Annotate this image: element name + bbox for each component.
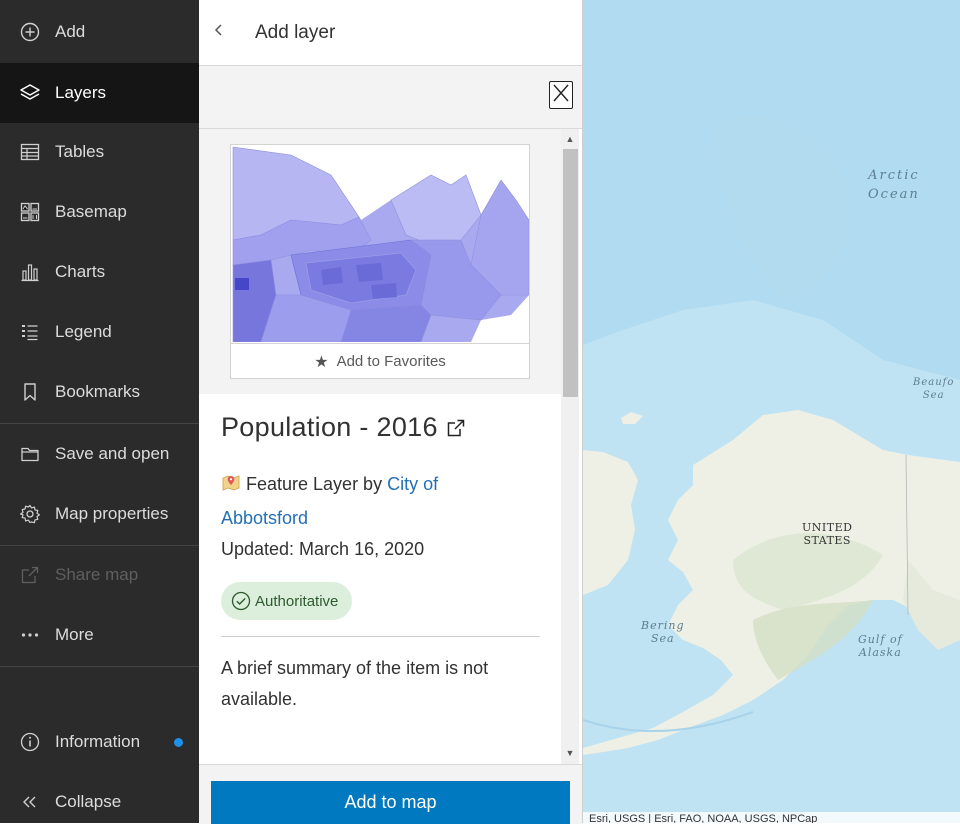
basemap	[583, 0, 960, 823]
thumbnail-area: ★ Add to Favorites	[199, 129, 561, 394]
sidebar-item-tables[interactable]: Tables	[0, 122, 199, 182]
map-label-bering-sea: Bering Sea	[641, 619, 685, 645]
divider	[221, 636, 540, 637]
add-layer-panel: Add layer ★ Add to Favorites Population …	[199, 0, 583, 824]
sidebar-item-label: Map properties	[55, 504, 169, 523]
check-circle-icon	[231, 591, 251, 611]
sidebar-item-label: Collapse	[55, 792, 122, 811]
map-label-gulf-of-alaska: Gulf of Alaska	[858, 633, 903, 659]
feature-layer-icon	[221, 472, 241, 503]
badge-label: Authoritative	[255, 592, 339, 610]
notification-dot	[174, 738, 183, 747]
sidebar-item-label: Tables	[55, 142, 105, 161]
chevron-left-icon	[213, 23, 225, 42]
item-title: Population - 2016	[221, 412, 466, 443]
sidebar-item-share-map: Share map	[0, 545, 199, 605]
table-icon	[19, 141, 41, 163]
sidebar-item-label: Information	[55, 732, 141, 751]
layers-icon	[19, 82, 41, 104]
divider	[0, 666, 199, 667]
authoritative-badge: Authoritative	[221, 582, 353, 620]
item-summary: A brief summary of the item is not avail…	[221, 658, 489, 709]
sidebar-item-layers[interactable]: Layers	[0, 63, 199, 123]
map-label-united-states: UNITED STATES	[802, 521, 853, 547]
sidebar-item-charts[interactable]: Charts	[0, 242, 199, 302]
sidebar-item-label: Save and open	[55, 444, 170, 463]
back-button[interactable]	[199, 0, 239, 65]
updated-date: Updated: March 16, 2020	[221, 539, 425, 559]
sidebar-item-label: Layers	[55, 83, 107, 102]
add-to-favorites-button[interactable]: ★ Add to Favorites	[231, 343, 529, 379]
sidebar-item-information[interactable]: Information	[0, 712, 199, 772]
double-chevron-left-icon	[19, 791, 41, 813]
gear-icon	[19, 503, 41, 525]
scroll-down-icon[interactable]: ▼	[561, 745, 579, 761]
open-external-icon[interactable]	[446, 418, 466, 438]
scroll-thumb[interactable]	[563, 149, 578, 397]
scrollbar[interactable]: ▲ ▼	[561, 129, 579, 764]
sidebar-item-label: Charts	[55, 262, 106, 281]
favorites-label: Add to Favorites	[336, 353, 446, 370]
sidebar-item-save-and-open[interactable]: Save and open	[0, 424, 199, 484]
legend-icon	[19, 321, 41, 343]
map-attribution: Esri, USGS | Esri, FAO, NOAA, USGS, NPCa…	[583, 812, 960, 823]
plus-circle-icon	[19, 21, 41, 43]
sidebar-item-add[interactable]: Add	[0, 2, 199, 62]
sidebar-item-label: Share map	[55, 565, 139, 584]
item-type: Feature Layer by	[246, 474, 383, 494]
sidebar-item-label: Bookmarks	[55, 382, 141, 401]
chart-icon	[19, 261, 41, 283]
sidebar-item-legend[interactable]: Legend	[0, 302, 199, 362]
thumbnail-card: ★ Add to Favorites	[230, 144, 530, 379]
ellipsis-icon	[19, 624, 41, 646]
sidebar-item-label: Basemap	[55, 202, 127, 221]
folder-icon	[19, 443, 41, 465]
close-button[interactable]	[549, 81, 573, 109]
layer-thumbnail	[231, 145, 529, 342]
map-label-arctic-ocean: Arctic Ocean	[868, 168, 920, 202]
map-label-beaufort-sea: Beaufo Sea	[913, 377, 955, 401]
sidebar-item-collapse[interactable]: Collapse	[0, 772, 199, 832]
scroll-up-icon[interactable]: ▲	[561, 131, 579, 147]
panel-title: Add layer	[255, 21, 336, 43]
panel-header: Add layer	[199, 0, 582, 66]
sidebar: Add Layers Tables Basemap Charts Legend	[0, 0, 199, 823]
item-details[interactable]: ★ Add to Favorites Population - 2016 Fea…	[199, 129, 561, 764]
item-title-text: Population - 2016	[221, 412, 438, 442]
star-icon: ★	[314, 353, 329, 371]
sidebar-item-label: More	[55, 625, 94, 644]
bookmark-icon	[19, 381, 41, 403]
panel-subheader	[199, 66, 582, 129]
info-icon	[19, 731, 41, 753]
basemap-icon	[19, 201, 41, 223]
item-meta: Feature Layer by City of Abbotsford	[221, 469, 521, 534]
sidebar-item-bookmarks[interactable]: Bookmarks	[0, 362, 199, 422]
close-icon	[552, 82, 570, 109]
sidebar-item-basemap[interactable]: Basemap	[0, 182, 199, 242]
sidebar-item-more[interactable]: More	[0, 605, 199, 665]
panel-footer: Add to map	[199, 764, 582, 824]
sidebar-item-map-properties[interactable]: Map properties	[0, 484, 199, 544]
add-to-map-button[interactable]: Add to map	[211, 781, 570, 824]
sidebar-item-label: Add	[55, 22, 86, 41]
map-view[interactable]: Arctic Ocean Beaufo Sea UNITED STATES Berin…	[583, 0, 960, 823]
share-icon	[19, 564, 41, 586]
sidebar-item-label: Legend	[55, 322, 112, 341]
